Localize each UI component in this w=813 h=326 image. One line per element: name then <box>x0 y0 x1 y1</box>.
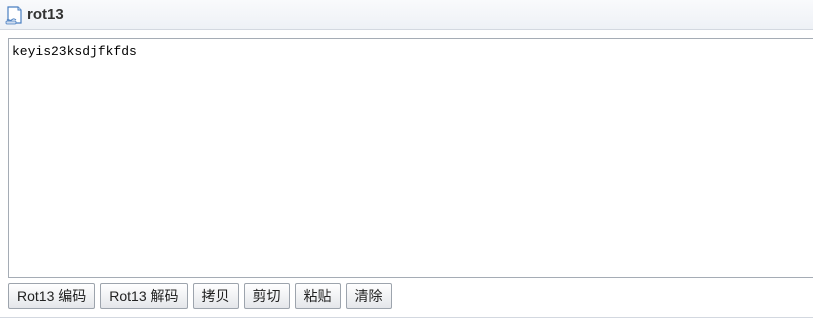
text-input-area[interactable]: keyis23ksdjfkfds <box>8 38 813 278</box>
clear-button[interactable]: 清除 <box>345 283 392 309</box>
rot13-decode-button[interactable]: Rot13 解码 <box>100 283 188 309</box>
panel-title: rot13 <box>27 6 64 23</box>
paste-button[interactable]: 粘贴 <box>294 283 341 309</box>
cut-button[interactable]: 剪切 <box>243 283 290 309</box>
rot13-panel: rot13 keyis23ksdjfkfds Rot13 编码 Rot13 解码… <box>0 0 813 326</box>
panel-header: rot13 <box>0 0 813 30</box>
action-toolbar: Rot13 编码 Rot13 解码 拷贝 剪切 粘贴 清除 <box>8 283 392 309</box>
copy-button[interactable]: 拷贝 <box>192 283 239 309</box>
panel-bottom-divider <box>0 317 813 318</box>
rot13-encode-button[interactable]: Rot13 编码 <box>8 283 96 309</box>
document-icon <box>5 5 23 25</box>
